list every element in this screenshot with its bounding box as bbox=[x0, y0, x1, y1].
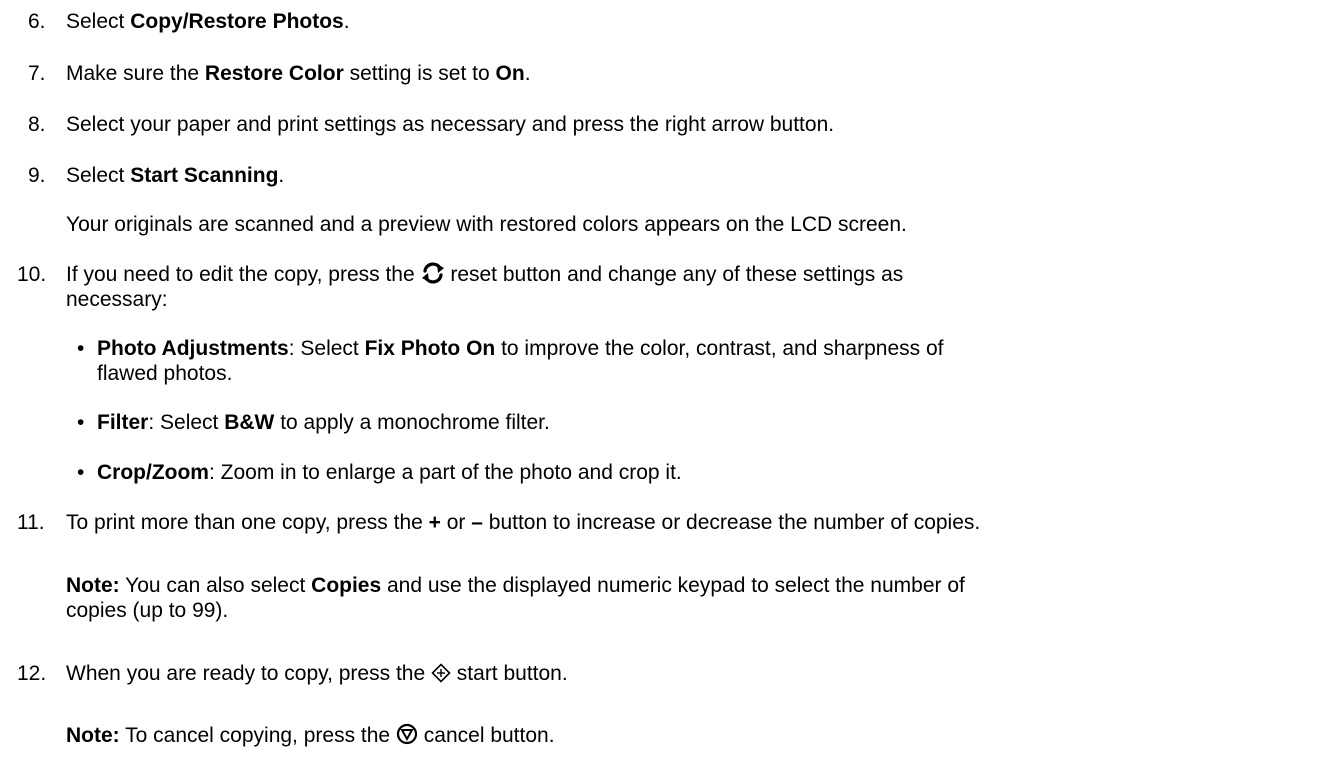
setting-name: Crop/Zoom bbox=[97, 461, 209, 484]
start-icon bbox=[431, 663, 451, 689]
step-text: . bbox=[278, 164, 285, 187]
setting-name: Filter bbox=[97, 411, 149, 434]
note-text: cancel button. bbox=[417, 724, 555, 747]
setting-option: Fix Photo On bbox=[364, 337, 496, 360]
step-text: Select bbox=[66, 164, 131, 187]
step-number: 10. bbox=[17, 263, 47, 286]
step-text: start button. bbox=[450, 662, 568, 685]
setting-text: : Select bbox=[288, 337, 365, 360]
note-text: To cancel copying, press the bbox=[119, 724, 396, 747]
step-number: 7. bbox=[28, 62, 46, 85]
step-bold-text: On bbox=[495, 62, 525, 85]
step-number: 8. bbox=[28, 113, 46, 136]
step-result: Your originals are scanned and a preview… bbox=[66, 213, 907, 236]
plus-symbol: + bbox=[428, 511, 441, 534]
step-text-continued: necessary: bbox=[66, 288, 168, 311]
step-text: . bbox=[524, 62, 531, 85]
step-10: 10. If you need to edit the copy, press t… bbox=[17, 262, 903, 287]
note-label: Note: bbox=[66, 574, 120, 597]
step-text: button to increase or decrease the numbe… bbox=[482, 511, 981, 534]
step-12: 12. When you are ready to copy, press the… bbox=[17, 661, 568, 686]
note-text: and use the displayed numeric keypad to … bbox=[381, 574, 965, 597]
setting-option: B&W bbox=[224, 411, 275, 434]
setting-text: : Zoom in to enlarge a part of the photo… bbox=[208, 461, 682, 484]
step-bold-text: Start Scanning bbox=[130, 164, 279, 187]
setting-text: to apply a monochrome filter. bbox=[274, 411, 550, 434]
step-text: setting is set to bbox=[343, 62, 496, 85]
step-number: 6. bbox=[28, 10, 46, 33]
reset-icon bbox=[421, 262, 445, 290]
note: Note: To cancel copying, press the cance… bbox=[66, 723, 555, 751]
note-bold-text: Copies bbox=[311, 574, 382, 597]
note-text: You can also select bbox=[119, 574, 312, 597]
step-8: 8. Select your paper and print settings a… bbox=[28, 112, 834, 137]
minus-symbol: – bbox=[471, 511, 483, 534]
step-number: 12. bbox=[17, 662, 47, 685]
cancel-icon bbox=[396, 723, 418, 751]
step-9: 9. Select Start Scanning. bbox=[28, 163, 284, 188]
step-6: 6. Select Copy/Restore Photos. bbox=[28, 9, 350, 34]
list-item: • Filter: Select B&W to apply a monochro… bbox=[77, 410, 550, 435]
step-bold-text: Restore Color bbox=[204, 62, 344, 85]
step-text: When you are ready to copy, press the bbox=[66, 662, 431, 685]
bullet: • bbox=[77, 461, 85, 484]
step-text: Make sure the bbox=[66, 62, 205, 85]
bullet: • bbox=[77, 337, 85, 360]
note-label: Note: bbox=[66, 724, 120, 747]
step-text: reset button and change any of these set… bbox=[444, 263, 904, 286]
setting-text: to improve the color, contrast, and shar… bbox=[495, 337, 944, 360]
step-text: . bbox=[343, 10, 350, 33]
list-item-continued: flawed photos. bbox=[97, 362, 233, 385]
step-text: If you need to edit the copy, press the bbox=[66, 263, 421, 286]
note-continued: copies (up to 99). bbox=[66, 599, 229, 622]
step-number: 11. bbox=[17, 511, 45, 534]
list-item: • Photo Adjustments: Select Fix Photo On… bbox=[77, 336, 944, 361]
step-number: 9. bbox=[28, 164, 46, 187]
setting-name: Photo Adjustments bbox=[97, 337, 289, 360]
step-7: 7. Make sure the Restore Color setting is… bbox=[28, 61, 531, 86]
step-11: 11. To print more than one copy, press th… bbox=[17, 510, 980, 535]
list-item: • Crop/Zoom: Zoom in to enlarge a part o… bbox=[77, 460, 682, 485]
step-text: Select bbox=[66, 10, 131, 33]
step-text: Select your paper and print settings as … bbox=[66, 113, 835, 136]
note: Note: You can also select Copies and use… bbox=[66, 573, 965, 598]
step-bold-text: Copy/Restore Photos bbox=[130, 10, 344, 33]
step-text: To print more than one copy, press the bbox=[66, 511, 429, 534]
step-text: or bbox=[440, 511, 472, 534]
bullet: • bbox=[77, 411, 85, 434]
setting-text: : Select bbox=[148, 411, 225, 434]
